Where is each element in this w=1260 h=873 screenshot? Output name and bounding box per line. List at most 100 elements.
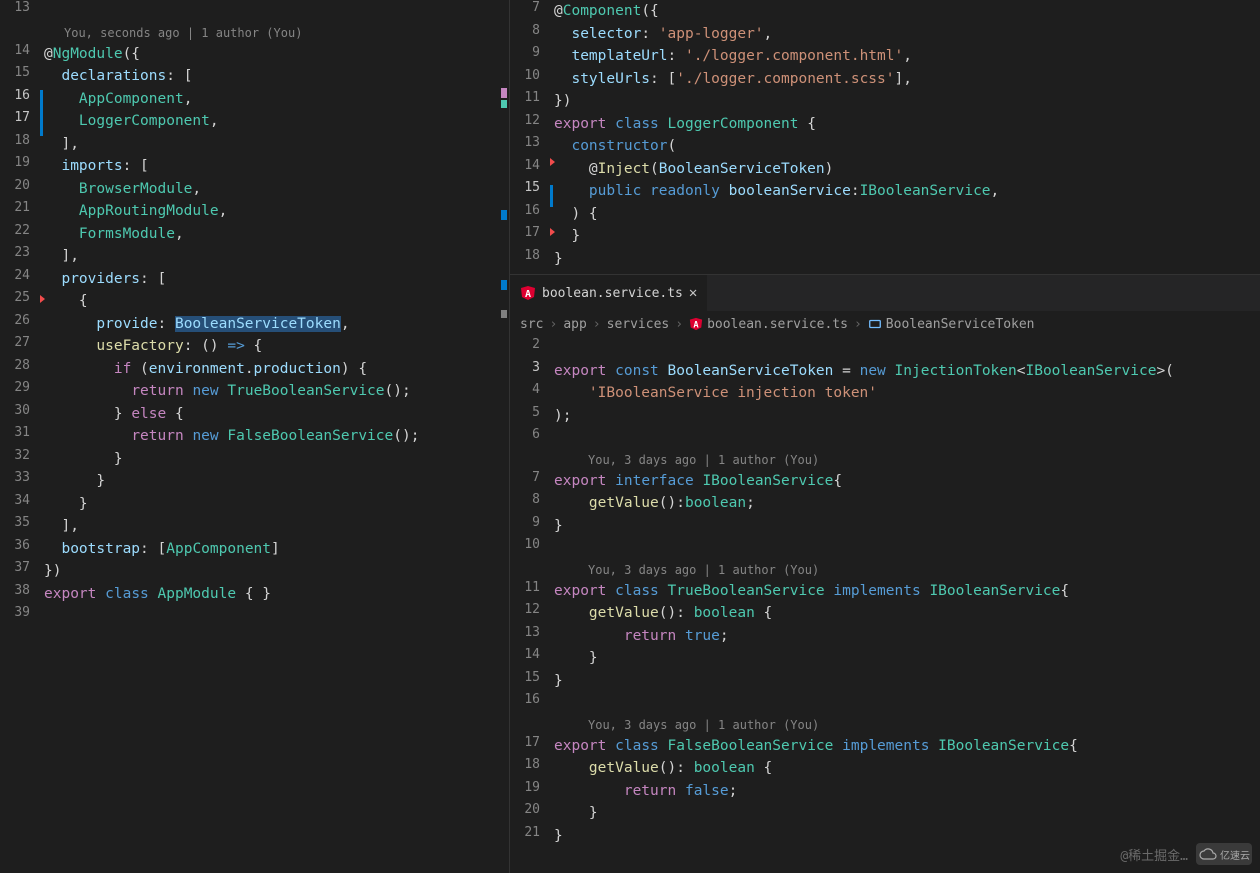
line-number: 14 xyxy=(510,647,554,662)
line-number: 39 xyxy=(0,605,44,620)
angular-icon: A xyxy=(520,285,536,301)
variable-icon xyxy=(868,317,882,331)
line-number: 15 xyxy=(510,670,554,685)
line-number: 8 xyxy=(510,23,554,38)
line-number: 18 xyxy=(510,757,554,772)
codelens-annotation[interactable]: You, seconds ago | 1 author (You) xyxy=(0,23,509,43)
line-number: 20 xyxy=(0,178,44,193)
breadcrumb-item[interactable]: services xyxy=(607,317,670,332)
codelens-annotation[interactable]: You, 3 days ago | 1 author (You) xyxy=(510,450,1260,470)
line-number: 26 xyxy=(0,313,44,328)
line-number: 2 xyxy=(510,337,554,352)
breadcrumb-item[interactable]: src xyxy=(520,317,543,332)
minimap-block xyxy=(501,210,507,220)
chevron-right-icon: › xyxy=(675,317,683,332)
editor-pane-left: 13 You, seconds ago | 1 author (You) 14@… xyxy=(0,0,510,873)
line-number: 33 xyxy=(0,470,44,485)
line-number: 15 xyxy=(510,180,554,195)
chevron-right-icon: › xyxy=(593,317,601,332)
tab-label: boolean.service.ts xyxy=(542,286,683,301)
line-number: 8 xyxy=(510,492,554,507)
minimap-block xyxy=(501,88,507,98)
minimap-block xyxy=(501,100,507,108)
line-number: 10 xyxy=(510,68,554,83)
line-number: 19 xyxy=(510,780,554,795)
line-number: 15 xyxy=(0,65,44,80)
line-number: 35 xyxy=(0,515,44,530)
gutter-marker xyxy=(40,90,43,136)
line-number: 13 xyxy=(0,0,44,15)
line-number: 34 xyxy=(0,493,44,508)
editor-pane-right-col: 7@Component({ 8 selector: 'app-logger', … xyxy=(510,0,1260,873)
code-editor-right-top[interactable]: 7@Component({ 8 selector: 'app-logger', … xyxy=(510,0,1260,274)
close-icon[interactable]: ✕ xyxy=(689,285,697,301)
line-number: 16 xyxy=(510,203,554,218)
code-editor-right-bottom[interactable]: 2 3export const BooleanServiceToken = ne… xyxy=(510,337,1260,873)
line-number: 17 xyxy=(510,735,554,750)
watermark: @稀土掘金… 亿速云 xyxy=(1120,843,1252,865)
line-number: 29 xyxy=(0,380,44,395)
breadcrumb[interactable]: src › app › services › Aboolean.service.ts ›… xyxy=(510,311,1260,337)
gutter-marker xyxy=(550,185,553,207)
line-number: 22 xyxy=(0,223,44,238)
watermark-logo: 亿速云 xyxy=(1196,843,1252,865)
tab-boolean-service[interactable]: A boolean.service.ts ✕ xyxy=(510,275,707,311)
line-number: 3 xyxy=(510,360,554,375)
line-number: 10 xyxy=(510,537,554,552)
angular-icon: A xyxy=(689,317,703,331)
line-number: 31 xyxy=(0,425,44,440)
minimap-block xyxy=(501,280,507,290)
editor-pane-right-top: 7@Component({ 8 selector: 'app-logger', … xyxy=(510,0,1260,275)
minimap[interactable] xyxy=(493,0,509,873)
watermark-text: @稀土掘金… xyxy=(1120,845,1188,864)
error-marker xyxy=(550,158,555,166)
codelens-annotation[interactable]: You, 3 days ago | 1 author (You) xyxy=(510,715,1260,735)
svg-text:A: A xyxy=(693,321,699,331)
line-number: 7 xyxy=(510,0,554,15)
line-number: 12 xyxy=(510,602,554,617)
line-number: 38 xyxy=(0,583,44,598)
line-number: 16 xyxy=(510,692,554,707)
error-marker xyxy=(550,228,555,236)
line-number: 28 xyxy=(0,358,44,373)
line-number: 9 xyxy=(510,45,554,60)
line-number: 24 xyxy=(0,268,44,283)
line-number: 32 xyxy=(0,448,44,463)
chevron-right-icon: › xyxy=(854,317,862,332)
line-number: 25 xyxy=(0,290,44,305)
line-number: 14 xyxy=(0,43,44,58)
code-editor-left[interactable]: 13 You, seconds ago | 1 author (You) 14@… xyxy=(0,0,509,873)
line-number: 11 xyxy=(510,580,554,595)
line-number: 17 xyxy=(510,225,554,240)
line-number: 16 xyxy=(0,88,44,103)
line-number: 37 xyxy=(0,560,44,575)
line-number: 23 xyxy=(0,245,44,260)
line-number: 7 xyxy=(510,470,554,485)
line-number: 21 xyxy=(0,200,44,215)
svg-text:A: A xyxy=(525,289,531,300)
line-number: 11 xyxy=(510,90,554,105)
error-marker xyxy=(40,295,45,303)
line-number: 6 xyxy=(510,427,554,442)
line-number: 17 xyxy=(0,110,44,125)
line-number: 13 xyxy=(510,135,554,150)
line-number: 18 xyxy=(510,248,554,263)
cloud-icon xyxy=(1198,847,1218,861)
line-number: 27 xyxy=(0,335,44,350)
breadcrumb-item[interactable]: BooleanServiceToken xyxy=(868,317,1035,332)
line-number: 21 xyxy=(510,825,554,840)
line-number: 30 xyxy=(0,403,44,418)
editor-pane-right-bottom: A boolean.service.ts ✕ src › app › service… xyxy=(510,275,1260,873)
minimap-block xyxy=(501,310,507,318)
line-number: 4 xyxy=(510,382,554,397)
selected-token[interactable]: BooleanServiceToken xyxy=(175,316,341,332)
chevron-right-icon: › xyxy=(549,317,557,332)
line-number: 18 xyxy=(0,133,44,148)
line-number: 20 xyxy=(510,802,554,817)
codelens-annotation[interactable]: You, 3 days ago | 1 author (You) xyxy=(510,560,1260,580)
tab-bar: A boolean.service.ts ✕ xyxy=(510,275,1260,311)
line-number: 12 xyxy=(510,113,554,128)
breadcrumb-item[interactable]: app xyxy=(563,317,586,332)
breadcrumb-item[interactable]: Aboolean.service.ts xyxy=(689,317,848,332)
line-number: 13 xyxy=(510,625,554,640)
